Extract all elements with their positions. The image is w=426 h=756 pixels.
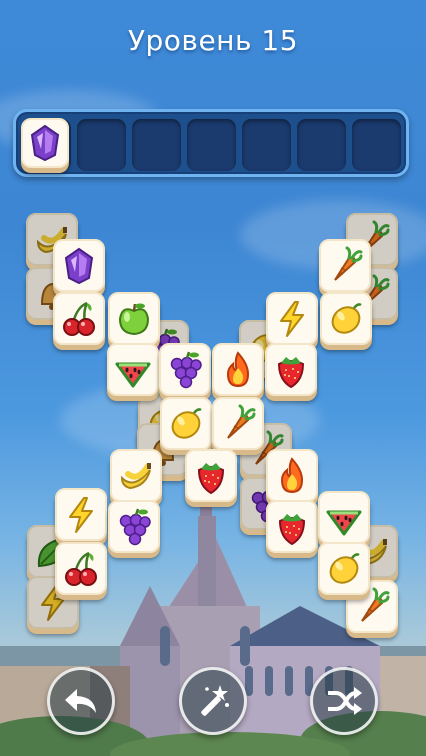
board-tile[interactable] (107, 343, 159, 396)
tray-tile (21, 118, 69, 168)
grape-icon (114, 507, 154, 547)
board-tile[interactable] (318, 542, 370, 595)
cherry-icon (59, 299, 99, 339)
fire-icon (272, 456, 312, 496)
board-tile[interactable] (53, 292, 105, 345)
board-tile[interactable] (110, 449, 162, 502)
banana-icon (116, 456, 156, 496)
tray-slot (132, 119, 181, 171)
strawberry-icon (272, 507, 312, 547)
grape-icon (165, 350, 205, 390)
board-tile[interactable] (185, 449, 237, 502)
carrot-icon (218, 404, 258, 444)
magic-wand-button[interactable] (179, 667, 247, 735)
tray-slot (242, 119, 291, 171)
shuffle-icon (324, 681, 364, 721)
undo-arrow-icon (61, 681, 101, 721)
magic-wand-icon (193, 681, 233, 721)
board-tile[interactable] (212, 343, 264, 396)
shuffle-button[interactable] (310, 667, 378, 735)
board-tile[interactable] (55, 542, 107, 595)
board-tile[interactable] (265, 343, 317, 396)
board-tile[interactable] (53, 239, 105, 292)
lemon-icon (326, 299, 366, 339)
board-tile[interactable] (319, 239, 371, 292)
fire-icon (218, 350, 258, 390)
carrot-icon (325, 246, 365, 286)
watermelon-icon (324, 498, 364, 538)
gem-icon (59, 246, 99, 286)
undo-button[interactable] (47, 667, 115, 735)
apple-icon (114, 299, 154, 339)
strawberry-icon (191, 456, 231, 496)
board-tile[interactable] (160, 397, 212, 450)
board-tile[interactable] (108, 500, 160, 553)
board-tile[interactable] (318, 491, 370, 544)
board-tile[interactable] (266, 292, 318, 345)
board-tile[interactable] (159, 343, 211, 396)
tray-slot (297, 119, 346, 171)
level-title: Уровень 15 (127, 24, 299, 57)
board-tile[interactable] (212, 397, 264, 450)
tray-slot (77, 119, 126, 171)
gem-icon (25, 123, 65, 163)
board-tile[interactable] (108, 292, 160, 345)
lightning-icon (272, 299, 312, 339)
strawberry-icon (271, 350, 311, 390)
board-tile[interactable] (266, 449, 318, 502)
tile-tray (13, 109, 409, 177)
cherry-icon (61, 549, 101, 589)
board-tile[interactable] (320, 292, 372, 345)
watermelon-icon (113, 350, 153, 390)
tray-slot (352, 119, 401, 171)
lightning-icon (61, 495, 101, 535)
board-tile[interactable] (266, 500, 318, 553)
lemon-icon (324, 549, 364, 589)
board-tile[interactable] (55, 488, 107, 541)
tray-slot (187, 119, 236, 171)
lemon-icon (166, 404, 206, 444)
